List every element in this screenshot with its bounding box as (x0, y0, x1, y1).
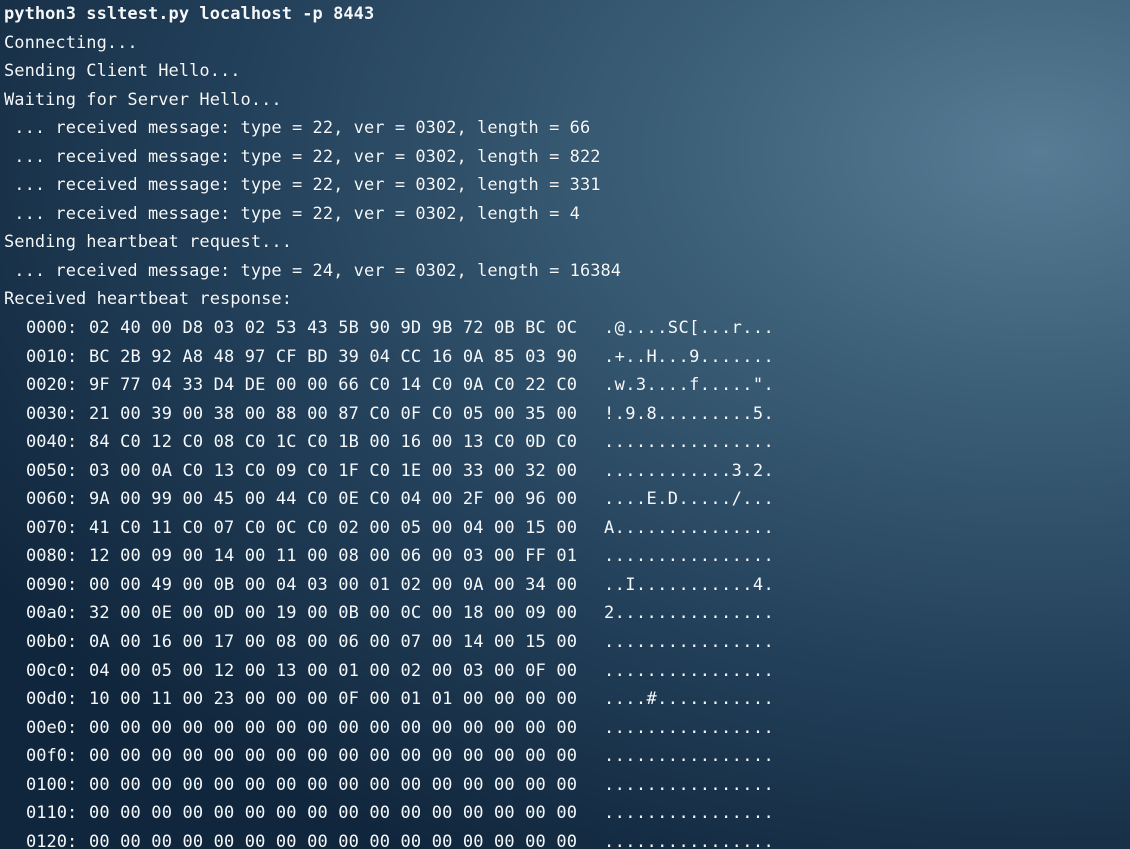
hex-bytes: 00 00 00 00 00 00 00 00 00 00 00 00 00 0… (89, 774, 578, 795)
hex-offset: 0010: (26, 346, 78, 367)
hex-bytes: 00 00 00 00 00 00 00 00 00 00 00 00 00 0… (89, 831, 578, 849)
hex-offset: 0060: (26, 489, 78, 510)
hex-ascii: .@....SC[...r... (604, 318, 775, 339)
output-line: ... received message: type = 22, ver = 0… (4, 146, 601, 167)
hex-dump-row: 0010: BC 2B 92 A8 48 97 CF BD 39 04 CC 1… (4, 343, 1124, 372)
hex-dump-row: 00b0: 0A 00 16 00 17 00 08 00 06 00 07 0… (4, 628, 1124, 657)
command-line: python3 ssltest.py localhost -p 8443 (4, 4, 375, 24)
hex-offset: 0070: (26, 517, 78, 538)
hex-offset: 00f0: (26, 746, 78, 767)
hex-offset: 00e0: (26, 717, 78, 738)
hex-bytes: 9F 77 04 33 D4 DE 00 00 66 C0 14 C0 0A C… (89, 375, 578, 396)
hex-ascii: A............... (604, 517, 775, 538)
output-line: ... received message: type = 22, ver = 0… (4, 118, 591, 139)
hex-dump-row: 0080: 12 00 09 00 14 00 11 00 08 00 06 0… (4, 542, 1124, 571)
hex-ascii: ............3.2. (604, 460, 775, 481)
hex-ascii: ................ (604, 432, 775, 453)
hex-bytes: 84 C0 12 C0 08 C0 1C C0 1B 00 16 00 13 C… (89, 432, 578, 453)
hex-dump-row: 00f0: 00 00 00 00 00 00 00 00 00 00 00 0… (4, 742, 1124, 771)
hex-bytes: 9A 00 99 00 45 00 44 C0 0E C0 04 00 2F 0… (89, 489, 578, 510)
hex-dump-row: 0030: 21 00 39 00 38 00 88 00 87 C0 0F C… (4, 400, 1124, 429)
hex-bytes: 04 00 05 00 12 00 13 00 01 00 02 00 03 0… (89, 660, 578, 681)
output-line: Received heartbeat response: (4, 289, 292, 310)
output-line: ... received message: type = 24, ver = 0… (4, 260, 622, 281)
hex-offset: 0120: (26, 831, 78, 849)
hex-dump-row: 00d0: 10 00 11 00 23 00 00 00 0F 00 01 0… (4, 685, 1124, 714)
hex-offset: 0090: (26, 574, 78, 595)
hex-offset: 00a0: (26, 603, 78, 624)
output-line: Sending heartbeat request... (4, 232, 292, 253)
output-line: ... received message: type = 22, ver = 0… (4, 203, 580, 224)
hex-ascii: ..I...........4. (604, 574, 775, 595)
hex-offset: 0050: (26, 460, 78, 481)
hex-bytes: 03 00 0A C0 13 C0 09 C0 1F C0 1E 00 33 0… (89, 460, 578, 481)
output-line: Waiting for Server Hello... (4, 89, 282, 110)
hex-bytes: BC 2B 92 A8 48 97 CF BD 39 04 CC 16 0A 8… (89, 346, 578, 367)
hex-offset: 00b0: (26, 632, 78, 653)
hex-dump: 0000: 02 40 00 D8 03 02 53 43 5B 90 9D 9… (4, 314, 1124, 849)
output-line: Sending Client Hello... (4, 61, 241, 82)
hex-dump-row: 0060: 9A 00 99 00 45 00 44 C0 0E C0 04 0… (4, 485, 1124, 514)
hex-dump-row: 0050: 03 00 0A C0 13 C0 09 C0 1F C0 1E 0… (4, 457, 1124, 486)
hex-ascii: ................ (604, 660, 775, 681)
hex-dump-row: 0040: 84 C0 12 C0 08 C0 1C C0 1B 00 16 0… (4, 428, 1124, 457)
hex-bytes: 02 40 00 D8 03 02 53 43 5B 90 9D 9B 72 0… (89, 318, 578, 339)
hex-ascii: ....E.D...../... (604, 489, 775, 510)
hex-bytes: 41 C0 11 C0 07 C0 0C C0 02 00 05 00 04 0… (89, 517, 578, 538)
hex-ascii: !.9.8.........5. (604, 403, 775, 424)
hex-offset: 00c0: (26, 660, 78, 681)
hex-ascii: ................ (604, 774, 775, 795)
hex-dump-row: 0120: 00 00 00 00 00 00 00 00 00 00 00 0… (4, 828, 1124, 849)
output-line: Connecting... (4, 32, 138, 53)
hex-ascii: ................ (604, 717, 775, 738)
hex-dump-row: 0000: 02 40 00 D8 03 02 53 43 5B 90 9D 9… (4, 314, 1124, 343)
hex-dump-row: 0070: 41 C0 11 C0 07 C0 0C C0 02 00 05 0… (4, 514, 1124, 543)
hex-dump-row: 00c0: 04 00 05 00 12 00 13 00 01 00 02 0… (4, 657, 1124, 686)
hex-offset: 0080: (26, 546, 78, 567)
output-line: ... received message: type = 22, ver = 0… (4, 175, 601, 196)
hex-ascii: ................ (604, 746, 775, 767)
hex-bytes: 00 00 00 00 00 00 00 00 00 00 00 00 00 0… (89, 746, 578, 767)
hex-ascii: .+..H...9....... (604, 346, 775, 367)
hex-bytes: 00 00 00 00 00 00 00 00 00 00 00 00 00 0… (89, 717, 578, 738)
hex-offset: 0020: (26, 375, 78, 396)
hex-ascii: .w.3....f.....". (604, 375, 775, 396)
hex-bytes: 12 00 09 00 14 00 11 00 08 00 06 00 03 0… (89, 546, 578, 567)
hex-bytes: 21 00 39 00 38 00 88 00 87 C0 0F C0 05 0… (89, 403, 578, 424)
hex-ascii: ................ (604, 546, 775, 567)
hex-offset: 0110: (26, 803, 78, 824)
hex-bytes: 0A 00 16 00 17 00 08 00 06 00 07 00 14 0… (89, 632, 578, 653)
terminal-output: python3 ssltest.py localhost -p 8443 Con… (4, 0, 1124, 314)
hex-bytes: 00 00 00 00 00 00 00 00 00 00 00 00 00 0… (89, 803, 578, 824)
hex-ascii: ....#........... (604, 689, 775, 710)
hex-offset: 0030: (26, 403, 78, 424)
hex-bytes: 00 00 49 00 0B 00 04 03 00 01 02 00 0A 0… (89, 574, 578, 595)
hex-dump-row: 0090: 00 00 49 00 0B 00 04 03 00 01 02 0… (4, 571, 1124, 600)
hex-offset: 00d0: (26, 689, 78, 710)
hex-dump-row: 0020: 9F 77 04 33 D4 DE 00 00 66 C0 14 C… (4, 371, 1124, 400)
hex-dump-row: 0100: 00 00 00 00 00 00 00 00 00 00 00 0… (4, 771, 1124, 800)
hex-ascii: ................ (604, 831, 775, 849)
hex-offset: 0100: (26, 774, 78, 795)
hex-dump-row: 00e0: 00 00 00 00 00 00 00 00 00 00 00 0… (4, 714, 1124, 743)
hex-ascii: ................ (604, 632, 775, 653)
hex-offset: 0040: (26, 432, 78, 453)
hex-offset: 0000: (26, 318, 78, 339)
hex-dump-row: 0110: 00 00 00 00 00 00 00 00 00 00 00 0… (4, 799, 1124, 828)
terminal-window[interactable]: python3 ssltest.py localhost -p 8443 Con… (4, 0, 1124, 849)
hex-ascii: ................ (604, 803, 775, 824)
hex-bytes: 10 00 11 00 23 00 00 00 0F 00 01 01 00 0… (89, 689, 578, 710)
hex-bytes: 32 00 0E 00 0D 00 19 00 0B 00 0C 00 18 0… (89, 603, 578, 624)
hex-ascii: 2............... (604, 603, 775, 624)
hex-dump-row: 00a0: 32 00 0E 00 0D 00 19 00 0B 00 0C 0… (4, 599, 1124, 628)
